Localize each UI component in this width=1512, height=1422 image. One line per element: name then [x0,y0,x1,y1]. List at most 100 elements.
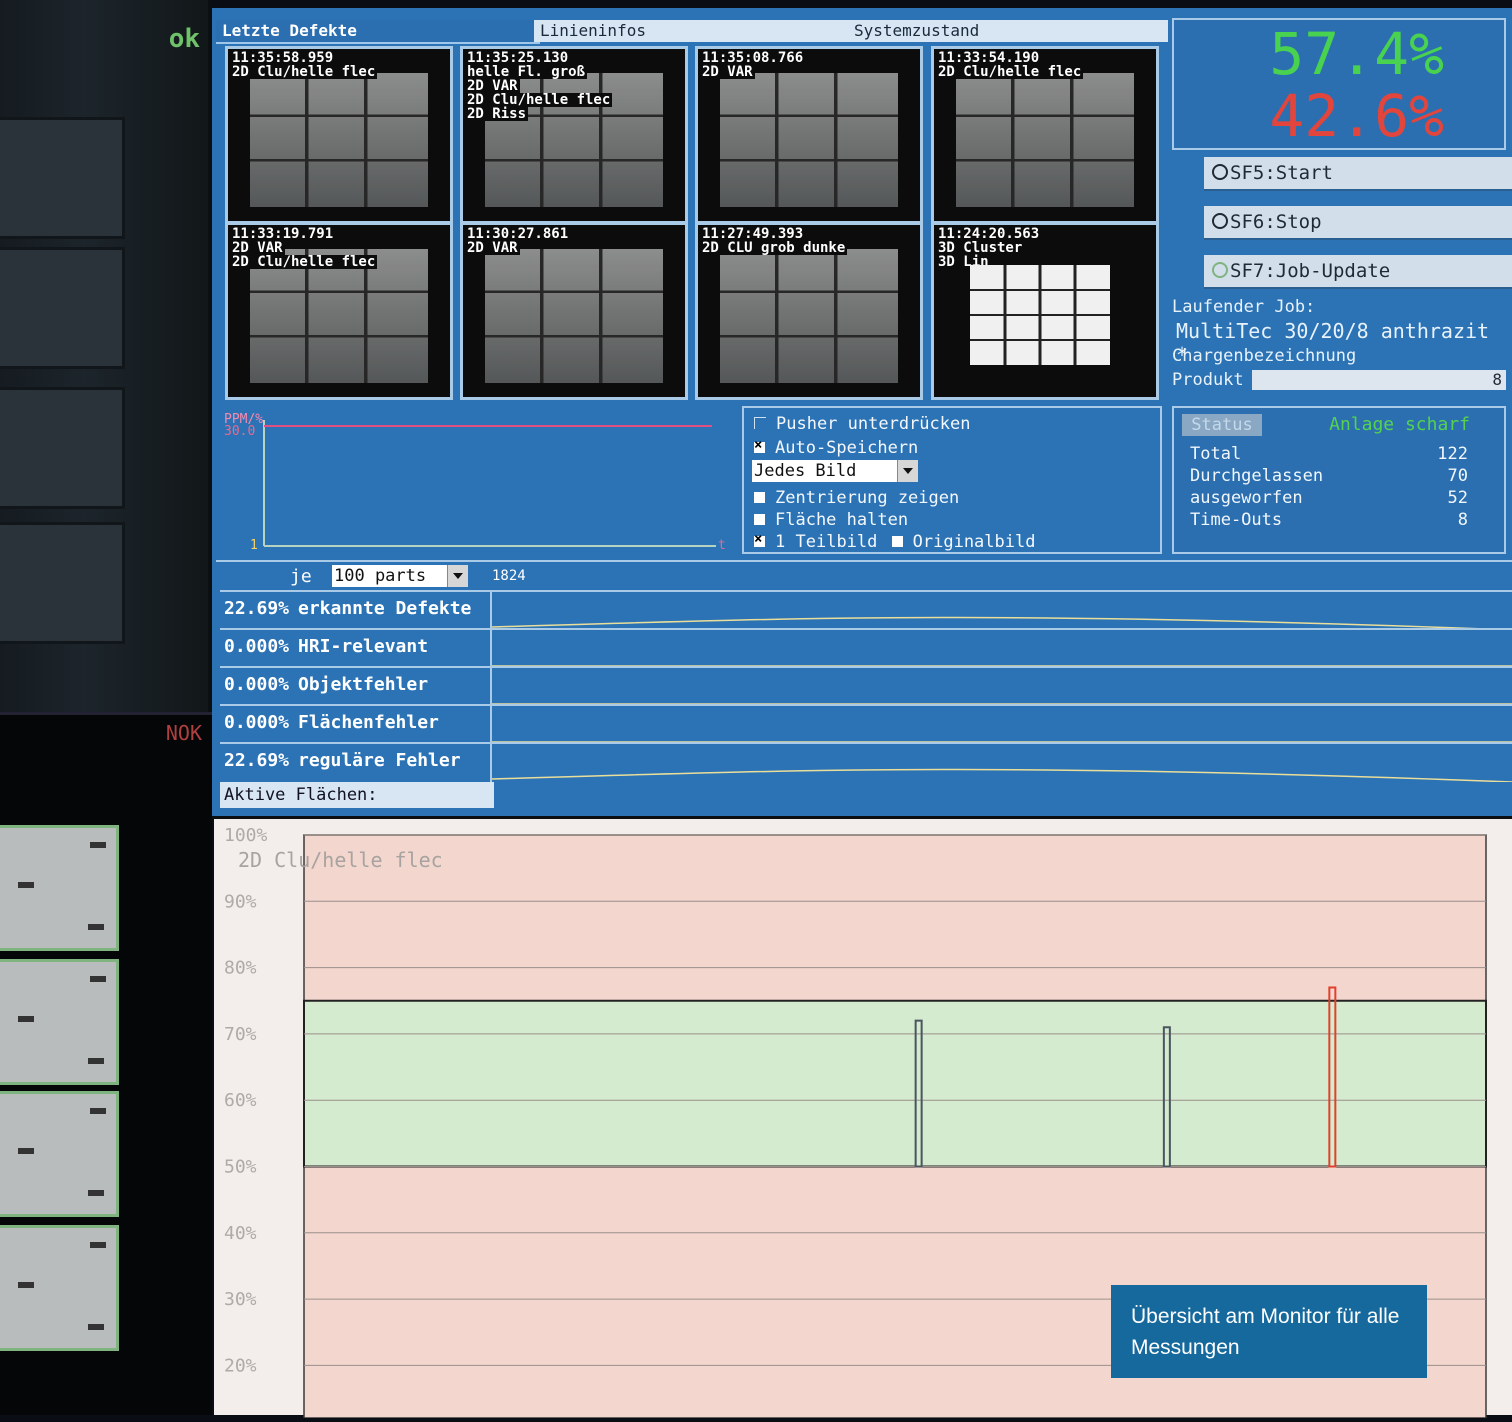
defect-image [720,249,898,383]
tab-last-defects[interactable]: Letzte Defekte [216,20,540,44]
status-state: Anlage scharf [1329,414,1470,435]
defect-row: 22.69% reguläre Fehler [220,742,1512,782]
radio-icon [1212,213,1228,229]
chevron-down-icon[interactable] [447,565,468,587]
save-mode-dropdown[interactable]: Jedes Bild [752,460,918,482]
status-panel: Status Anlage scharf Total 122 Durchgelas… [1172,406,1506,554]
defect-table: je 100 parts 1824 22.69% erkannte Defekte… [216,560,1512,810]
ppm-plot [263,420,716,547]
y-tick-label: 90% [224,891,257,912]
thumbnail-caption: 11:33:19.791 2D VAR 2D Clu/helle flec [230,226,378,270]
defect-row: 22.69% erkannte Defekte [220,590,1512,630]
ppm-chart: PPM/% 30.0 1 t [216,406,736,554]
thumbnail-caption: 11:27:49.393 2D CLU grob dunke [700,226,848,256]
y-tick-label: 40% [224,1223,257,1244]
checkbox-icon[interactable] [754,492,765,503]
checkbox-icon[interactable] [754,514,765,525]
thumbnail-caption: 11:30:27.861 2D VAR [465,226,571,256]
checkbox-checked-icon[interactable] [754,437,765,453]
product-label: Produkt [1172,370,1244,390]
camera-view-nok: NOK [0,712,212,1415]
defect-row: 0.000% Flächenfehler [220,704,1512,744]
ppm-x-axis: t [718,538,726,553]
y-tick-label: 50% [224,1157,257,1178]
caption-box: Übersicht am Monitor für alle Messungen [1111,1285,1427,1378]
hold-area-option[interactable]: Fläche halten [754,510,908,530]
defect-thumbnail[interactable]: 11:27:49.393 2D CLU grob dunke [695,222,923,400]
y-tick-label: 20% [224,1355,257,1376]
active-areas-label: Aktive Flächen: [220,782,494,808]
per-row: je 100 parts [216,562,490,590]
defect-thumbnail[interactable]: 11:33:19.791 2D VAR 2D Clu/helle flec [225,222,453,400]
camera-tile [0,1091,119,1217]
start-button[interactable]: SF5:Start [1204,157,1512,191]
status-row: Total 122 [1190,444,1468,464]
per-parts-dropdown[interactable]: 100 parts [332,565,468,587]
checkbox-icon[interactable] [891,536,903,547]
defect-image [250,73,428,207]
camera-tile [0,825,119,951]
ok-label: ok [168,24,200,54]
stop-button[interactable]: SF6:Stop [1204,206,1512,240]
pass-percentage: 57.4% [1269,20,1444,88]
per-label: je [290,566,312,587]
nok-label: NOK [165,721,202,745]
defect-thumbnail[interactable]: 11:35:08.766 2D VAR [695,46,923,224]
y-tick-label: 30% [224,1289,257,1310]
image-mode-option[interactable]: 1 Teilbild Originalbild [754,531,1035,552]
pusher-option[interactable]: Pusher unterdrücken [754,414,970,434]
defect-image [956,73,1134,207]
status-row: ausgeworfen 52 [1190,488,1468,508]
ppm-y-min: 1 [250,538,258,553]
y-tick-label: 70% [224,1024,257,1045]
pass-fail-box: 57.4% 42.6% [1172,18,1506,150]
defect-row: 0.000% HRI-relevant [220,628,1512,668]
camera-tile [0,1225,119,1351]
centering-option[interactable]: Zentrierung zeigen [754,488,959,508]
thumbnail-caption: 11:33:54.190 2D Clu/helle flec [936,50,1084,80]
radio-icon [1212,262,1228,278]
radio-icon [1212,164,1228,180]
tolerance-band [303,999,1487,1168]
batch-label: Chargenbezeichnung [1172,346,1357,366]
camera-tile [0,959,119,1085]
axis-start-label: 1824 [492,568,526,584]
defect-thumbnail[interactable]: 11:24:20.563 3D Cluster 3D Lin [931,222,1159,400]
y-tick-label: 100% [224,825,268,846]
defect-image [720,73,898,207]
tab-bar: Letzte Defekte Linieninfos Systemzustand [216,20,1168,44]
status-row: Durchgelassen 70 [1190,466,1468,486]
thumbnail-caption: 11:35:58.959 2D Clu/helle flec [230,50,378,80]
defect-image-3d [970,265,1110,365]
fail-percentage: 42.6% [1269,82,1444,150]
camera-view-ok: ok [0,0,212,712]
thumbnail-caption: 11:24:20.563 3D Cluster 3D Lin [936,226,1042,270]
defect-row: 0.000% Objektfehler [220,666,1512,706]
status-label: Status [1182,414,1262,436]
camera-tile [0,120,122,236]
camera-tile [0,390,122,506]
tab-line-info[interactable]: Linieninfos [534,20,854,42]
running-job-label: Laufender Job: [1172,297,1316,317]
thumbnail-caption: 11:35:08.766 2D VAR [700,50,806,80]
defect-thumbnail[interactable]: 11:35:58.959 2D Clu/helle flec [225,46,453,224]
thumbnail-caption: 11:35:25.130 helle Fl. groß 2D VAR 2D Clu/h… [465,50,613,122]
product-field[interactable]: 8 [1252,370,1506,390]
defect-thumbnail[interactable]: 11:35:25.130 helle Fl. groß 2D VAR 2D Clu/h… [460,46,688,224]
defect-thumbnail[interactable]: 11:30:27.861 2D VAR [460,222,688,400]
defect-thumbnail[interactable]: 11:33:54.190 2D Clu/helle flec [931,46,1159,224]
defect-image [485,249,663,383]
checkbox-unchecked-icon[interactable] [754,417,766,429]
job-update-button[interactable]: SF7:Job-Update [1204,255,1512,289]
chart-title: 2D Clu/helle flec [238,848,443,872]
options-panel: Pusher unterdrücken Auto-Speichern Jedes… [742,406,1162,554]
y-tick-label: 80% [224,958,257,979]
y-tick-label: 60% [224,1090,257,1111]
tab-system-state[interactable]: Systemzustand [848,20,1168,42]
chevron-down-icon[interactable] [897,460,918,482]
camera-tile [0,250,122,366]
auto-save-option[interactable]: Auto-Speichern [754,437,918,458]
checkbox-checked-icon[interactable] [754,531,765,547]
status-row: Time-Outs 8 [1190,510,1468,530]
camera-tile [0,525,122,641]
